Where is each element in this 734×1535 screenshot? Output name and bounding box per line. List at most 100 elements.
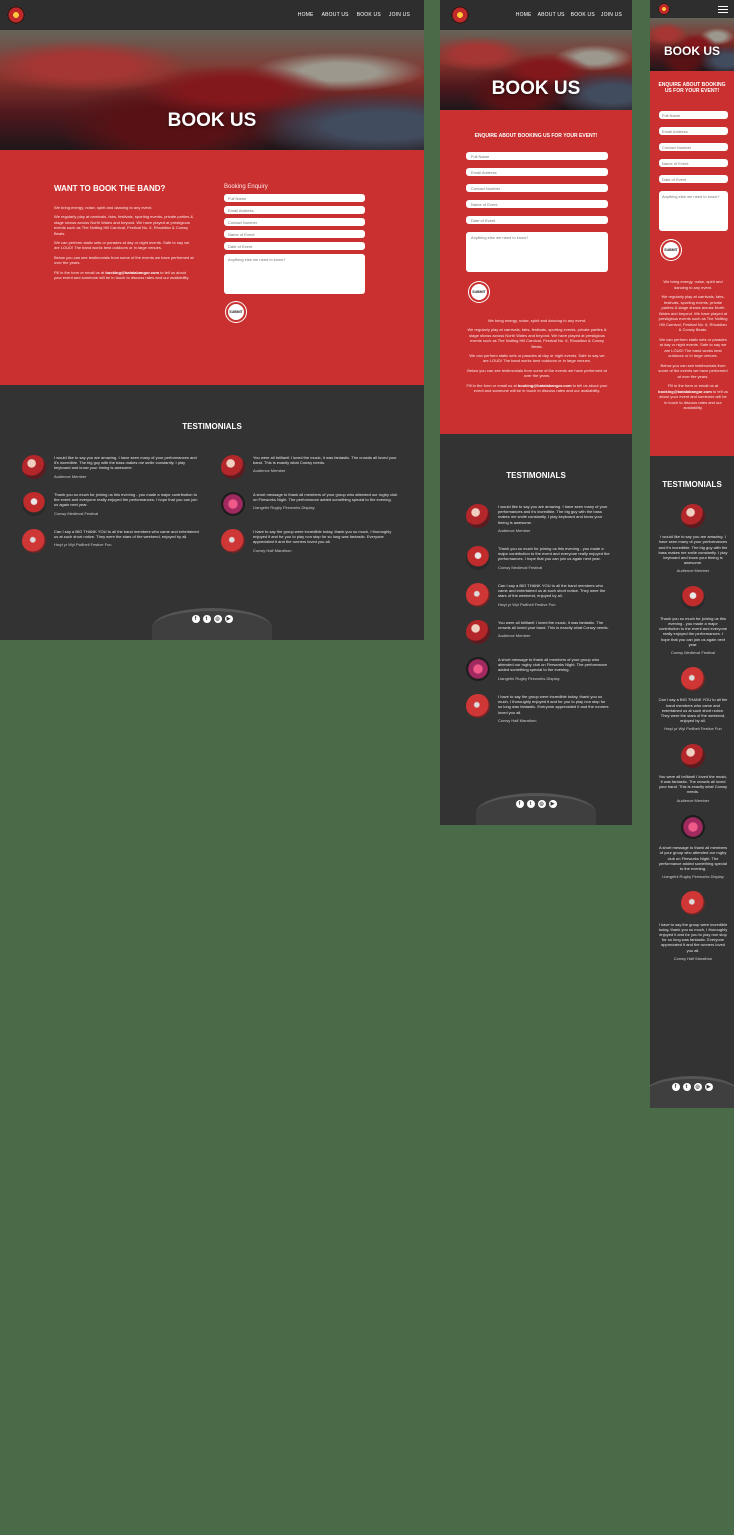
booking-section: ENQUIRE ABOUT BOOKING US FOR YOUR EVENT!…	[440, 110, 632, 434]
submit-button[interactable]: SUBMIT	[663, 242, 679, 258]
booking-form: Booking Enquiry Full Name Email Address …	[224, 184, 365, 320]
nav-book-us[interactable]: BOOK US	[571, 12, 595, 18]
youtube-icon[interactable]: ▶	[704, 1083, 713, 1091]
contact-number-field[interactable]: Contact Number	[224, 218, 365, 226]
full-name-field[interactable]: Full Name	[224, 194, 365, 202]
about-heading: WANT TO BOOK THE BAND?	[54, 184, 166, 193]
testimonial-avatar	[466, 657, 490, 682]
testimonials-section: TESTIMONIALS I would like to say you are…	[0, 385, 424, 640]
hamburger-menu-icon[interactable]	[718, 4, 728, 15]
instagram-icon[interactable]: ◎	[537, 800, 546, 808]
desktop-footer: f t ◎ ▶	[0, 608, 424, 640]
desktop-menu: HOME ABOUT US BOOK US JOIN US	[298, 12, 424, 18]
testimonial-card: I have to say the group were incredible …	[466, 694, 610, 723]
tablet-hero-image: BOOK US	[440, 30, 632, 110]
testimonial-author: Conwy Half Marathon	[253, 547, 292, 553]
instagram-icon[interactable]: ◎	[693, 1083, 702, 1091]
testimonial-avatar	[466, 694, 490, 719]
testimonial-card: I have to say the group were incredible …	[658, 891, 728, 961]
hero-title: BOOK US	[663, 44, 720, 58]
testimonial-card: Thank you so much for joining us this ev…	[22, 492, 202, 516]
testimonial-author: Audience Member	[253, 468, 286, 474]
email-field[interactable]: Email Address	[659, 127, 728, 135]
nav-join-us[interactable]: JOIN US	[601, 12, 622, 18]
about-paragraphs: We bring energy, noise, spirit and danci…	[466, 318, 608, 393]
event-name-field[interactable]: Name of Event	[466, 200, 608, 208]
nav-home[interactable]: HOME	[516, 12, 532, 18]
email-field[interactable]: Email Address	[466, 168, 608, 176]
testimonial-quote: I would like to say you are amazing. I h…	[54, 455, 197, 471]
booking-form: Full Name Email Address Contact Number N…	[659, 111, 728, 258]
about-p5-text: Fill in the form or email us at	[466, 382, 518, 388]
message-textarea[interactable]: Anything else we need to know?	[466, 232, 608, 272]
testimonial-avatar	[681, 667, 705, 692]
message-textarea[interactable]: Anything else we need to know?	[659, 191, 728, 231]
instagram-icon[interactable]: ◎	[213, 615, 222, 623]
email-link[interactable]: booking@batalabangor.com	[518, 383, 572, 388]
facebook-icon[interactable]: f	[671, 1083, 680, 1091]
batala-logo[interactable]	[658, 3, 670, 15]
about-p2: We regularly play at carnivals, fairs, f…	[54, 214, 194, 236]
testimonial-author: Llangefni Rugby Fireworks Display	[662, 874, 724, 880]
event-name-field[interactable]: Name of Event	[224, 230, 365, 238]
event-date-field[interactable]: Date of Event	[466, 216, 608, 224]
about-p2: We regularly play at carnivals, fairs, f…	[467, 327, 607, 349]
about-paragraphs: We bring energy, noise, spirit and danci…	[54, 205, 194, 280]
contact-number-field[interactable]: Contact Number	[659, 143, 728, 151]
testimonial-quote: I would like to say you are amazing. I h…	[498, 504, 608, 525]
testimonial-avatar	[681, 891, 705, 916]
contact-number-field[interactable]: Contact Number	[466, 184, 608, 192]
testimonial-author: Audience Member	[498, 633, 531, 639]
mobile-hero-image: BOOK US	[650, 18, 734, 71]
youtube-icon[interactable]: ▶	[224, 615, 233, 623]
facebook-icon[interactable]: f	[191, 615, 200, 623]
submit-button[interactable]: SUBMIT	[228, 304, 244, 320]
testimonial-quote: Thank you so much for joining us this ev…	[54, 492, 198, 508]
twitter-icon[interactable]: t	[202, 615, 211, 623]
nav-join-us[interactable]: JOIN US	[389, 12, 410, 18]
testimonial-avatar	[221, 455, 245, 479]
booking-section: WANT TO BOOK THE BAND? We bring energy, …	[0, 150, 424, 385]
event-date-field[interactable]: Date of Event	[659, 175, 728, 183]
testimonial-card: Thank you so much for joining us this ev…	[658, 585, 728, 656]
nav-about-us[interactable]: ABOUT US	[538, 12, 565, 18]
message-textarea[interactable]: Anything else we need to know?	[224, 254, 365, 294]
twitter-icon[interactable]: t	[526, 800, 535, 808]
testimonial-author: Audience Member	[54, 473, 87, 479]
event-date-field[interactable]: Date of Event	[224, 242, 365, 250]
testimonial-author: Hwyl yr Wyl Pwllheli Festive Fun	[54, 542, 112, 548]
full-name-field[interactable]: Full Name	[466, 152, 608, 160]
testimonial-card: You were all brilliant! I loved the musi…	[466, 620, 610, 645]
batala-logo[interactable]	[451, 6, 469, 24]
testimonial-card: You were all brilliant! I loved the musi…	[658, 743, 728, 803]
nav-book-us[interactable]: BOOK US	[357, 12, 381, 18]
email-field[interactable]: Email Address	[224, 206, 365, 214]
tablet-footer: f t ◎ ▶	[440, 793, 632, 825]
email-link[interactable]: booking@batalabangor.com	[105, 270, 159, 275]
nav-about-us[interactable]: ABOUT US	[322, 12, 349, 18]
testimonial-quote: A short message to thank all members of …	[658, 845, 728, 871]
desktop-hero-image: BOOK US	[0, 30, 424, 150]
desktop-view: HOME ABOUT US BOOK US JOIN US BOOK US WA…	[0, 0, 424, 640]
email-link[interactable]: booking@batalabangor.com	[658, 389, 712, 394]
twitter-icon[interactable]: t	[682, 1083, 691, 1091]
batala-logo[interactable]	[7, 6, 25, 24]
nav-home[interactable]: HOME	[298, 12, 314, 18]
social-links: f t ◎ ▶	[650, 1083, 734, 1091]
submit-button[interactable]: SUBMIT	[471, 284, 487, 300]
testimonial-avatar	[466, 620, 490, 645]
youtube-icon[interactable]: ▶	[548, 800, 557, 808]
footer-arc	[152, 608, 272, 640]
about-text: WANT TO BOOK THE BAND? We bring energy, …	[54, 184, 194, 280]
mobile-view: BOOK US ENQUIRE ABOUT BOOKING US FOR YOU…	[650, 0, 734, 1108]
testimonial-quote: I have to say the group were incredible …	[658, 921, 728, 953]
event-name-field[interactable]: Name of Event	[659, 159, 728, 167]
mobile-navbar	[650, 0, 734, 18]
testimonial-quote: A short message to thank all members of …	[498, 657, 608, 673]
enquire-heading: ENQUIRE ABOUT BOOKING US FOR YOUR EVENT!	[474, 133, 598, 139]
full-name-field[interactable]: Full Name	[659, 111, 728, 119]
tablet-view: HOME ABOUT US BOOK US JOIN US BOOK US EN…	[440, 0, 632, 825]
testimonial-quote: You were all brilliant! I loved the musi…	[498, 620, 609, 631]
testimonial-card: I have to say the group were incredible …	[221, 529, 401, 553]
facebook-icon[interactable]: f	[515, 800, 524, 808]
